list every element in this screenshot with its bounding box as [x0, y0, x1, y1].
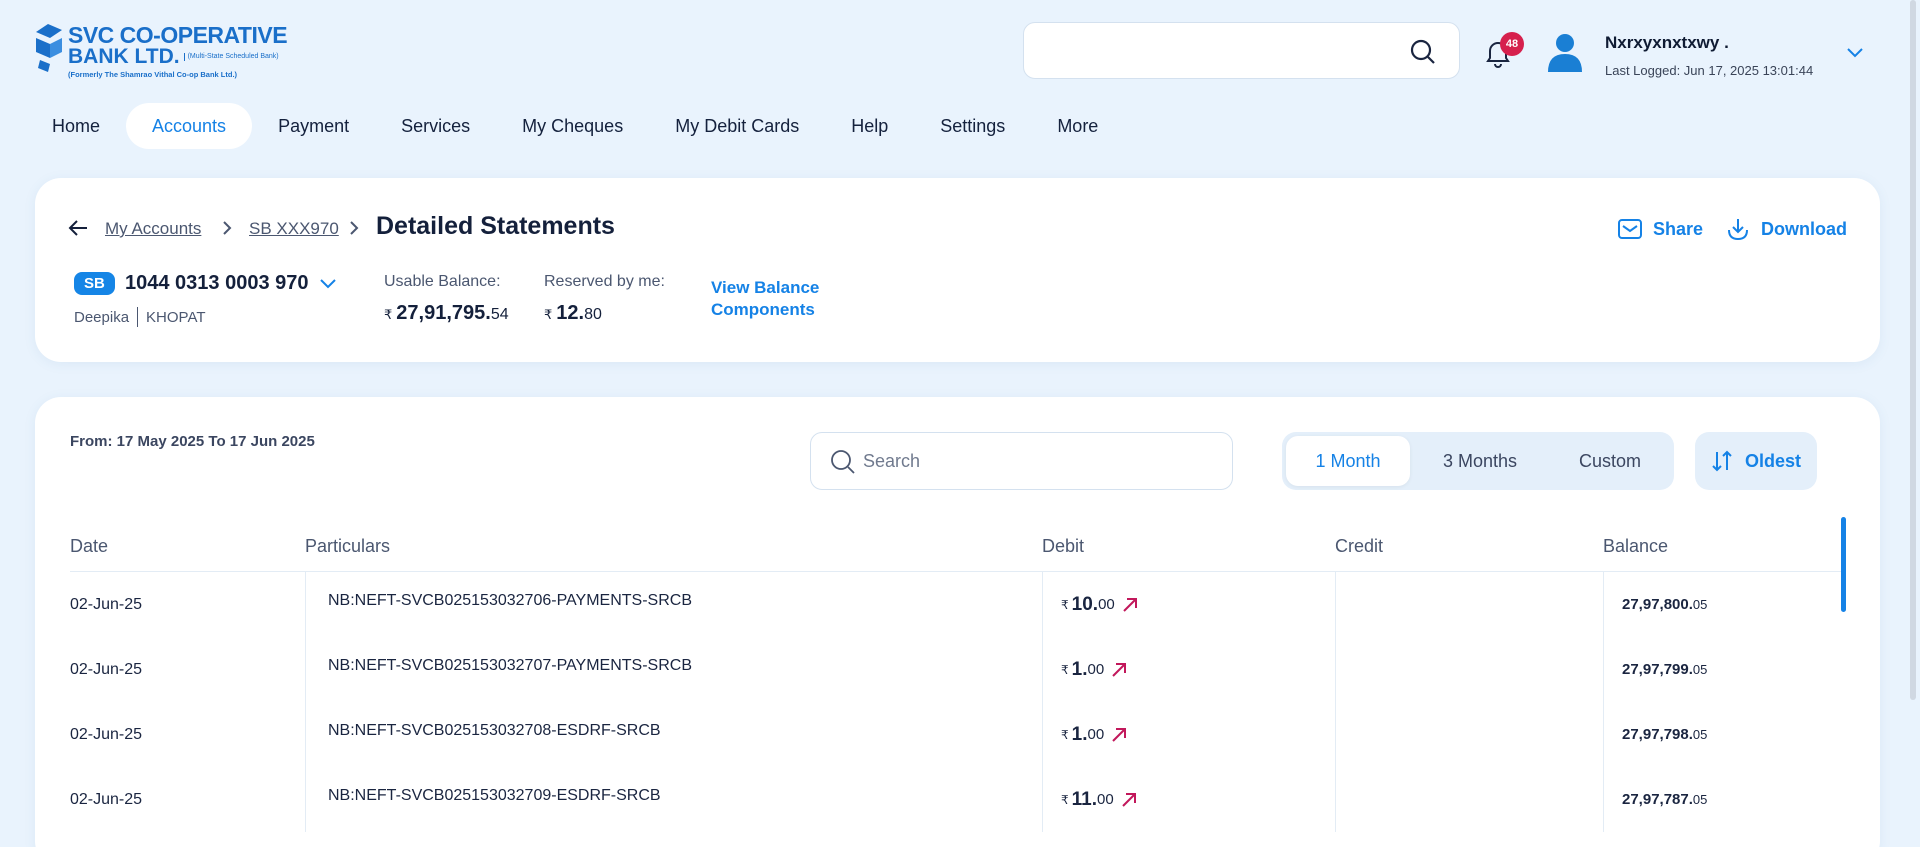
- nav-settings[interactable]: Settings: [914, 103, 1031, 149]
- usable-balance-label: Usable Balance:: [384, 273, 501, 290]
- row-credit: [1335, 767, 1603, 832]
- column-header-particulars[interactable]: Particulars: [305, 536, 1042, 557]
- user-avatar-icon[interactable]: [1546, 32, 1584, 72]
- row-credit: [1335, 637, 1603, 702]
- download-label: Download: [1761, 218, 1847, 239]
- row-debit: ₹1. 00: [1042, 702, 1335, 767]
- account-branch: KHOPAT: [146, 308, 206, 326]
- row-particulars: NB:NEFT-SVCB025153032708-ESDRF-SRCB: [305, 702, 1042, 767]
- logo-mark-icon: [36, 24, 62, 72]
- row-date: 02-Jun-25: [70, 790, 143, 808]
- reserved-value: ₹12.80: [544, 302, 602, 324]
- download-icon: [1728, 219, 1748, 241]
- chevron-right-icon: [223, 221, 232, 235]
- row-debit: ₹11. 00: [1042, 767, 1335, 832]
- page-scrollbar[interactable]: [1910, 0, 1916, 700]
- nav-accounts[interactable]: Accounts: [126, 103, 253, 149]
- row-debit: ₹10. 00: [1042, 572, 1335, 637]
- breadcrumb-my-accounts[interactable]: My Accounts: [105, 219, 201, 239]
- statement-table: Date Particulars Debit Credit Balance 02…: [70, 522, 1845, 832]
- nav-services[interactable]: Services: [375, 103, 496, 149]
- nav-home[interactable]: Home: [26, 103, 126, 149]
- debit-arrow-icon: [1123, 597, 1137, 612]
- chevron-down-icon[interactable]: [1845, 46, 1865, 60]
- column-header-balance[interactable]: Balance: [1603, 536, 1833, 557]
- logo-line-3: (Formerly The Shamrao Vithal Co-op Bank …: [68, 70, 238, 79]
- account-holder-name: Deepika: [74, 308, 130, 326]
- row-credit: [1335, 572, 1603, 637]
- chevron-down-icon[interactable]: [318, 277, 338, 291]
- search-icon[interactable]: [1409, 38, 1437, 66]
- table-scrollbar[interactable]: [1841, 517, 1846, 612]
- bank-logo[interactable]: SVC CO-OPERATIVE BANK LTD. (Multi-State S…: [34, 22, 288, 79]
- usable-balance-value: ₹27,91,795.54: [384, 302, 509, 324]
- row-debit: ₹1. 00: [1042, 637, 1335, 702]
- logo-tagline: (Multi-State Scheduled Bank): [183, 53, 279, 61]
- search-icon: [831, 450, 855, 474]
- nav-my-debit-cards[interactable]: My Debit Cards: [649, 103, 825, 149]
- period-selector: 1 Month 3 Months Custom: [1282, 432, 1674, 490]
- share-button[interactable]: Share: [1617, 216, 1703, 242]
- debit-arrow-icon: [1112, 727, 1127, 742]
- divider: [137, 307, 139, 327]
- nav-payment[interactable]: Payment: [252, 103, 375, 149]
- row-balance: 27,97,798. 05: [1603, 702, 1833, 767]
- logo-line-2: BANK LTD.: [68, 45, 180, 68]
- sort-oldest-button[interactable]: Oldest: [1695, 432, 1817, 490]
- column-header-date[interactable]: Date: [70, 536, 305, 557]
- column-header-credit[interactable]: Credit: [1335, 536, 1603, 557]
- row-date: 02-Jun-25: [70, 725, 143, 743]
- share-mail-icon: [1618, 219, 1642, 239]
- notification-count-badge: 48: [1500, 32, 1524, 56]
- main-nav: Home Accounts Payment Services My Cheque…: [26, 103, 1124, 149]
- statement-card: From: 17 May 2025 To 17 Jun 2025 1 Month…: [35, 397, 1880, 847]
- row-balance: 27,97,800. 05: [1603, 572, 1833, 637]
- row-date: 02-Jun-25: [70, 660, 143, 678]
- logo-line-1: SVC CO-OPERATIVE: [68, 22, 288, 48]
- transaction-search[interactable]: [810, 432, 1233, 490]
- sort-label: Oldest: [1744, 450, 1801, 471]
- user-name[interactable]: Nxrxyxnxtxwy .: [1605, 33, 1729, 53]
- download-button[interactable]: Download: [1725, 216, 1847, 242]
- transaction-search-input[interactable]: [863, 433, 1213, 489]
- table-row[interactable]: 02-Jun-25 NB:NEFT-SVCB025153032708-ESDRF…: [70, 702, 1845, 767]
- share-label: Share: [1653, 218, 1704, 239]
- row-particulars: NB:NEFT-SVCB025153032707-PAYMENTS-SRCB: [305, 637, 1042, 702]
- date-range-label: From: 17 May 2025 To 17 Jun 2025: [70, 433, 315, 450]
- period-1-month[interactable]: 1 Month: [1286, 436, 1410, 486]
- account-holder-info: Deepika KHOPAT: [74, 307, 206, 327]
- view-balance-components-link[interactable]: View Balance Components: [711, 277, 819, 321]
- table-row[interactable]: 02-Jun-25 NB:NEFT-SVCB025153032709-ESDRF…: [70, 767, 1845, 832]
- table-row[interactable]: 02-Jun-25 NB:NEFT-SVCB025153032706-PAYME…: [70, 572, 1845, 637]
- account-type-badge: SB: [74, 272, 115, 295]
- period-3-months[interactable]: 3 Months: [1410, 436, 1550, 486]
- sort-icon: [1712, 450, 1732, 472]
- page-title: Detailed Statements: [376, 212, 615, 240]
- account-summary-card: My Accounts SB XXX970 Detailed Statement…: [35, 178, 1880, 362]
- global-search-input[interactable]: [1023, 22, 1460, 79]
- account-number: 1044 0313 0003 970: [125, 272, 309, 294]
- nav-my-cheques[interactable]: My Cheques: [496, 103, 649, 149]
- last-logged-time: Last Logged: Jun 17, 2025 13:01:44: [1605, 63, 1814, 78]
- row-balance: 27,97,799. 05: [1603, 637, 1833, 702]
- period-custom[interactable]: Custom: [1550, 436, 1670, 486]
- nav-help[interactable]: Help: [825, 103, 914, 149]
- row-particulars: NB:NEFT-SVCB025153032706-PAYMENTS-SRCB: [305, 572, 1042, 637]
- table-row[interactable]: 02-Jun-25 NB:NEFT-SVCB025153032707-PAYME…: [70, 637, 1845, 702]
- row-credit: [1335, 702, 1603, 767]
- table-header: Date Particulars Debit Credit Balance: [70, 522, 1845, 572]
- chevron-right-icon: [350, 221, 359, 235]
- row-particulars: NB:NEFT-SVCB025153032709-ESDRF-SRCB: [305, 767, 1042, 832]
- row-date: 02-Jun-25: [70, 595, 143, 613]
- debit-arrow-icon: [1121, 792, 1136, 807]
- nav-more[interactable]: More: [1031, 103, 1124, 149]
- row-balance: 27,97,787. 05: [1603, 767, 1833, 832]
- column-header-debit[interactable]: Debit: [1042, 536, 1335, 557]
- debit-arrow-icon: [1112, 662, 1127, 677]
- reserved-label: Reserved by me:: [544, 273, 665, 290]
- breadcrumb-account[interactable]: SB XXX970: [249, 219, 339, 239]
- back-arrow-icon[interactable]: [67, 218, 89, 238]
